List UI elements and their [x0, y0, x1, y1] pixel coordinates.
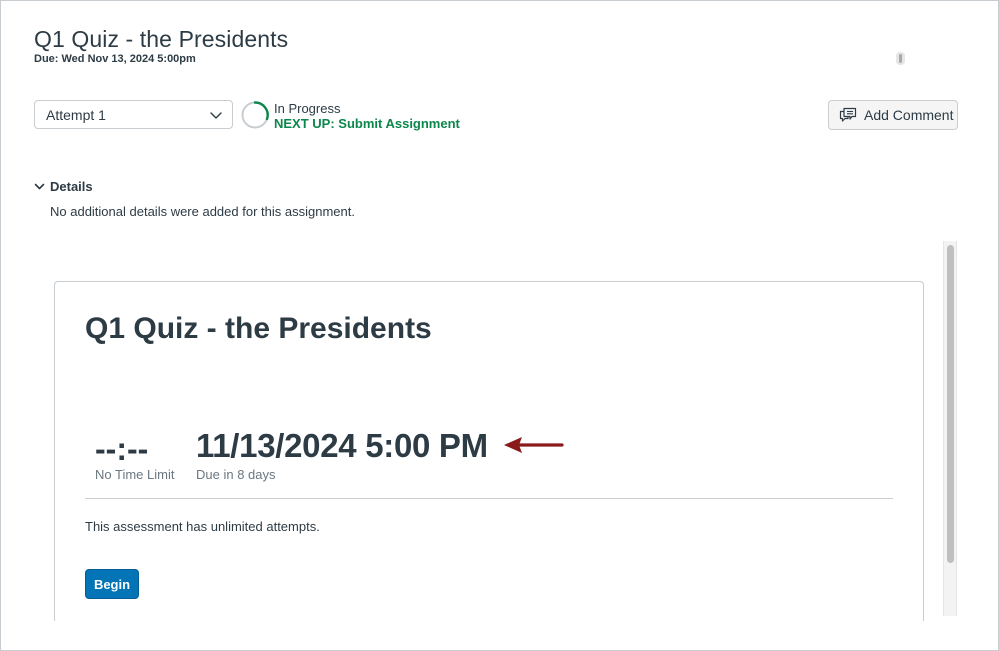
- attempts-info: This assessment has unlimited attempts.: [85, 519, 320, 534]
- due-date-line: Due: Wed Nov 13, 2024 5:00pm: [34, 53, 196, 65]
- next-up-link[interactable]: NEXT UP: Submit Assignment: [274, 116, 460, 131]
- time-limit-label: No Time Limit: [95, 467, 175, 482]
- drag-handle-icon[interactable]: [896, 52, 905, 65]
- status-label: In Progress: [274, 101, 341, 116]
- attempt-select[interactable]: Attempt 1: [34, 100, 233, 129]
- due-date-label: Due in 8 days: [196, 467, 276, 482]
- quiz-title: Q1 Quiz - the Presidents: [85, 312, 432, 345]
- chevron-down-icon: [210, 112, 222, 119]
- chevron-down-icon: [34, 183, 45, 190]
- divider: [85, 498, 893, 499]
- attempt-select-value: Attempt 1: [46, 106, 106, 123]
- scrollbar[interactable]: [943, 241, 957, 616]
- due-date-value: 11/13/2024 5:00 PM: [196, 427, 488, 464]
- scrollbar-thumb[interactable]: [947, 245, 954, 563]
- progress-ring-icon: [241, 101, 269, 129]
- page-title: Q1 Quiz - the Presidents: [34, 26, 289, 52]
- details-toggle[interactable]: Details: [34, 179, 93, 194]
- begin-button[interactable]: Begin: [85, 569, 139, 599]
- add-comment-button[interactable]: Add Comment: [828, 100, 958, 130]
- quiz-card: Q1 Quiz - the Presidents --:-- No Time L…: [54, 281, 924, 621]
- time-limit-value: --:--: [95, 431, 149, 467]
- annotation-arrow-icon: [504, 437, 564, 453]
- details-toggle-label: Details: [50, 179, 93, 194]
- details-text: No additional details were added for thi…: [50, 204, 355, 219]
- comment-icon: [839, 107, 857, 122]
- add-comment-label: Add Comment: [864, 107, 954, 123]
